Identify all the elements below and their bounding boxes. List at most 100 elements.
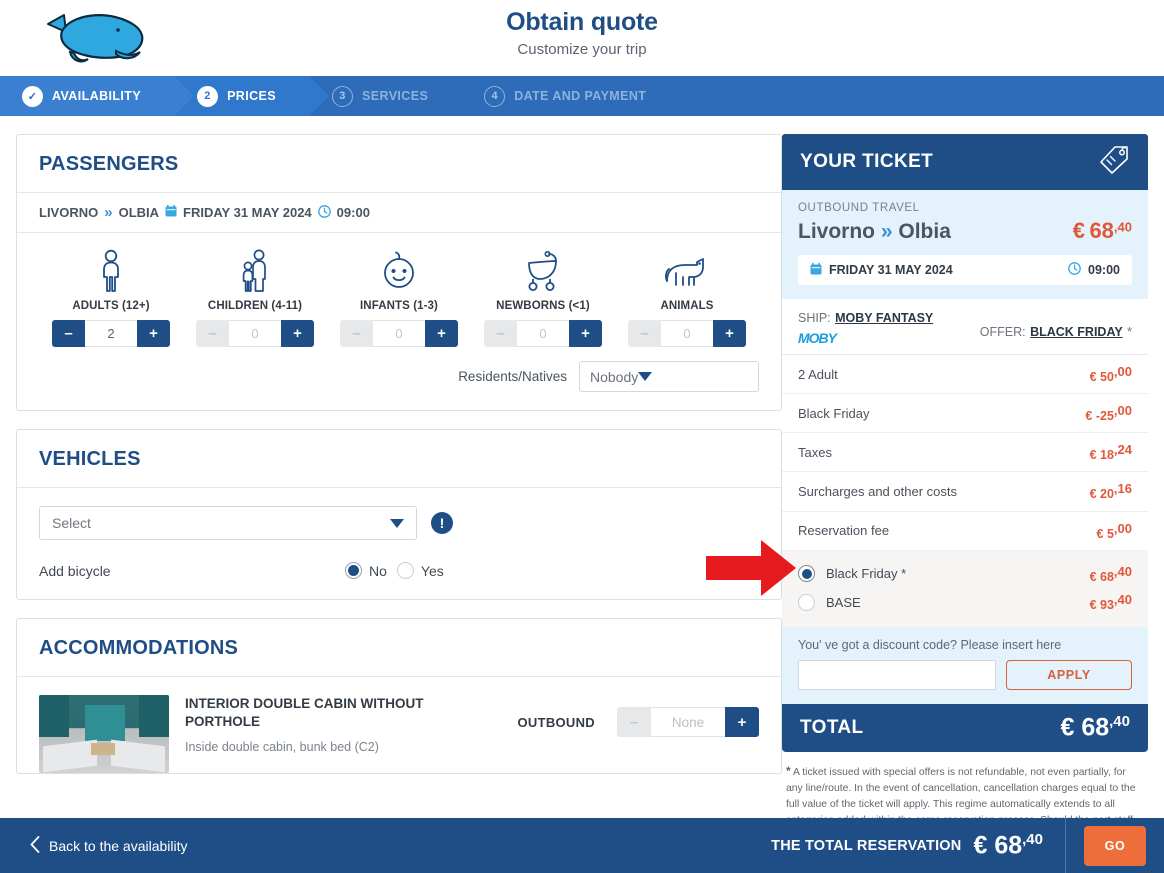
animals-decrement-button[interactable]: – [628,320,661,347]
ship-name-link[interactable]: MOBY FANTASY [835,311,933,325]
fee-cents: ,00 [1113,403,1132,419]
adults-value[interactable]: 2 [85,320,137,347]
animal-icon [615,247,759,293]
fare-option-black-friday[interactable]: Black Friday * € 68,40 [798,560,1132,588]
fee-cents: ,00 [1113,520,1132,536]
children-decrement-button[interactable]: – [196,320,229,347]
step-prices[interactable]: 2 PRICES [175,76,329,116]
accommodation-value[interactable]: None [651,707,725,737]
children-value[interactable]: 0 [229,320,281,347]
clock-icon [1068,262,1081,278]
newborns-value[interactable]: 0 [517,320,569,347]
cabin-photo[interactable] [39,695,169,773]
accommodation-increment-button[interactable]: + [725,707,759,737]
step-date-and-payment[interactable]: 4 DATE AND PAYMENT [462,76,680,116]
residents-select[interactable]: Nobody [579,361,759,392]
fare-option-label: Black Friday * [826,566,907,582]
ticket-date-pill: FRIDAY 31 MAY 2024 09:00 [798,255,1132,285]
children-icon [183,247,327,293]
fee-value: -25 [1095,409,1114,424]
accommodation-direction: OUTBOUND [517,714,595,730]
step-services[interactable]: 3 SERVICES [310,76,462,116]
passenger-type-infants: INFANTS (1-3) – 0 + [327,247,471,347]
residents-row: Residents/Natives Nobody [17,351,781,410]
ticket-route-arrow-icon: » [880,220,893,243]
step-4-label: DATE AND PAYMENT [514,89,647,103]
offer-name-link[interactable]: BLACK FRIDAY [1030,325,1123,339]
go-button[interactable]: GO [1084,825,1146,866]
accommodation-controls: OUTBOUND – None + [517,695,759,737]
fee-value: 50 [1100,370,1114,385]
adults-increment-button[interactable]: + [137,320,170,347]
fee-cents: ,00 [1113,364,1132,379]
vehicle-select[interactable]: Select [39,506,417,540]
residents-selected-value: Nobody [590,368,639,385]
ticket-route-price: € 68,40 [1073,218,1132,244]
step-3-label: SERVICES [362,89,429,103]
whale-logo[interactable] [30,4,160,70]
ticket-total-cents: ,40 [1109,713,1130,731]
route-arrow-icon: » [104,204,113,221]
fare-option-list: Black Friday * € 68,40 BASE € 93,40 [782,550,1148,628]
route-date: FRIDAY 31 MAY 2024 [183,205,312,220]
info-exclamation-icon[interactable]: ! [431,512,453,534]
vehicles-body: Select ! Add bicycle No Yes [17,488,781,599]
bicycle-yes-radio[interactable] [396,562,414,579]
fee-amount: € 18,24 [1090,442,1132,462]
ticket-outbound-block: OUTBOUND TRAVEL Livorno » Olbia € 68,40 [782,190,1148,299]
newborns-increment-button[interactable]: + [569,320,602,347]
fare-option-base[interactable]: BASE € 93,40 [798,588,1132,616]
ticket-header: YOUR TICKET [782,134,1148,190]
ticket-total-value: € 68,40 [1060,713,1130,742]
adults-label: ADULTS (12+) [72,300,150,312]
step-availability[interactable]: ✓ AVAILABILITY [0,76,195,116]
discount-code-input[interactable] [798,660,996,691]
fee-value: 18 [1100,448,1114,463]
animals-increment-button[interactable]: + [713,320,746,347]
ticket-time: 09:00 [1088,263,1120,277]
fare-option-radio-black-friday[interactable] [798,565,815,583]
fee-amount: € 5,00 [1097,521,1132,541]
ticket-total-currency: € [1060,713,1075,742]
fee-label: Taxes [798,444,832,460]
fare-option-price: € 68,40 [1090,564,1132,584]
route-origin: LIVORNO [39,205,99,220]
animals-value[interactable]: 0 [661,320,713,347]
fare-currency: € [1089,598,1097,613]
accommodation-decrement-button[interactable]: – [617,707,651,737]
fare-option-radio-base[interactable] [798,593,815,611]
newborns-decrement-button[interactable]: – [484,320,517,347]
fee-row-surcharges: Surcharges and other costs € 20,16 [782,472,1148,512]
adults-stepper: – 2 + [39,320,183,347]
ticket-route: Livorno » Olbia [798,220,951,244]
fee-row-adult: 2 Adult € 50,00 [782,355,1148,395]
ticket-total-amount: 68 [1081,713,1110,742]
children-increment-button[interactable]: + [281,320,314,347]
infants-stepper: – 0 + [327,320,471,347]
fare-option-label: BASE [826,594,861,610]
ticket-ship-offer-row: SHIP: MOBY FANTASY MOBY OFFER: BLACK FRI… [782,299,1148,355]
page-title: Obtain quote [506,8,658,36]
back-to-availability-link[interactable]: Back to the availability [30,835,188,856]
fee-label: 2 Adult [798,366,838,382]
fee-currency: € [1085,409,1093,424]
chevron-down-icon [390,518,404,528]
bottom-total-currency: € [973,831,988,860]
step-4-number: 4 [484,85,506,107]
infants-increment-button[interactable]: + [425,320,458,347]
route-time: 09:00 [336,205,370,220]
newborn-icon [471,247,615,293]
bicycle-no-radio[interactable] [345,562,362,579]
infants-value[interactable]: 0 [373,320,425,347]
page-header: Obtain quote Customize your trip [0,0,1164,76]
fee-currency: € [1089,487,1097,502]
infants-decrement-button[interactable]: – [340,320,373,347]
children-stepper: – 0 + [183,320,327,347]
price-tag-icon [1098,145,1130,180]
vehicles-title: VEHICLES [39,448,141,470]
adults-decrement-button[interactable]: – [52,320,85,347]
vehicles-header: VEHICLES [17,430,781,488]
passenger-type-newborns: NEWBORNS (<1) – 0 + [471,247,615,347]
chevron-left-icon [30,835,40,856]
apply-discount-button[interactable]: APPLY [1006,660,1132,691]
